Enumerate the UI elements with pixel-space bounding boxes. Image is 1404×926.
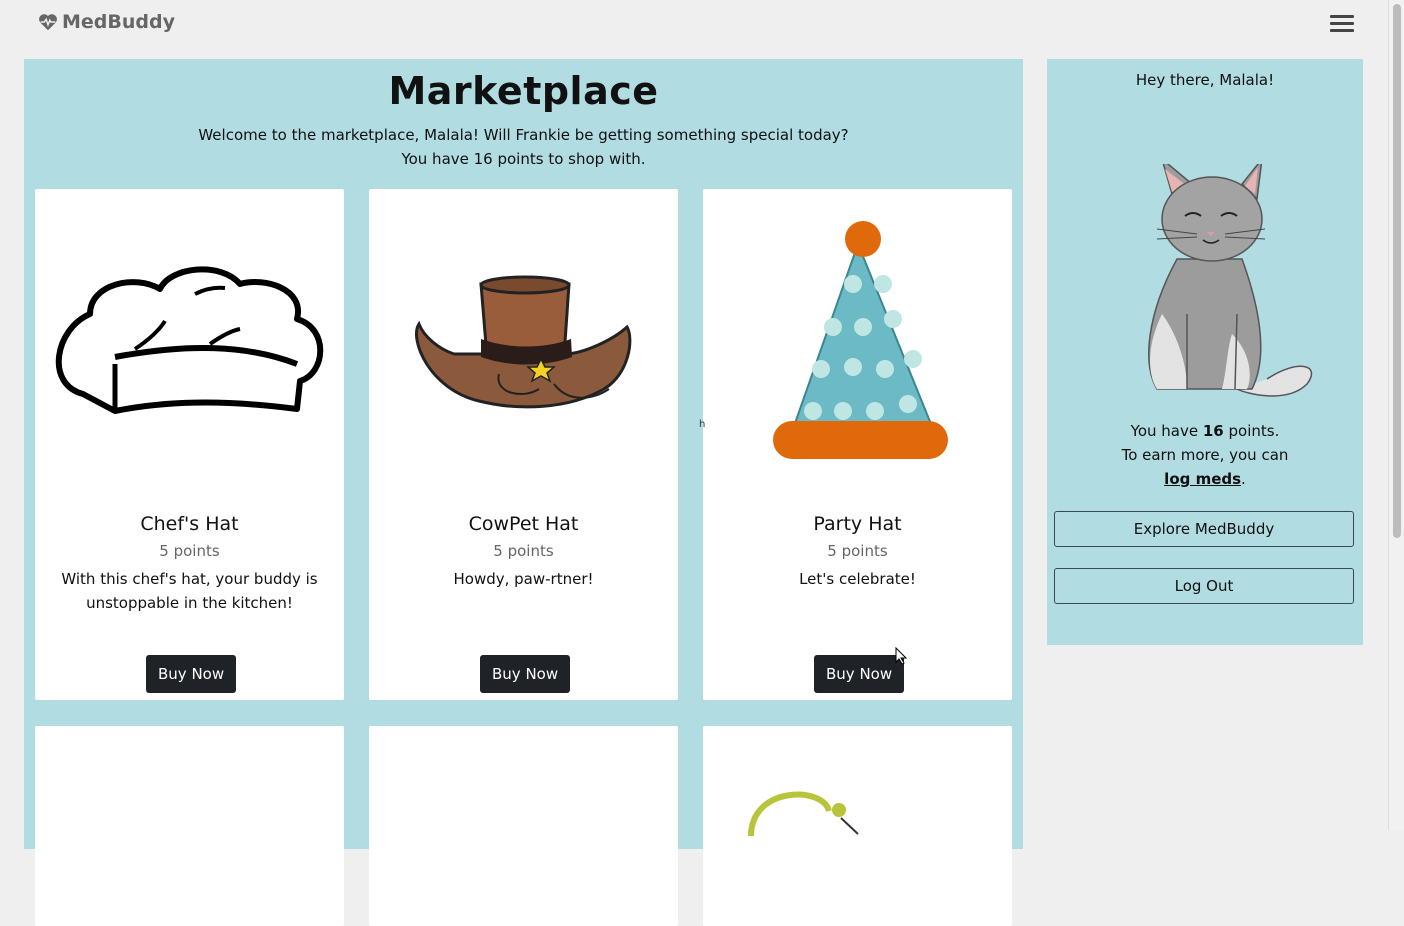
scrollbar-thumb[interactable] xyxy=(1393,4,1401,538)
item-points: 5 points xyxy=(827,542,888,560)
item-name: Party Hat xyxy=(813,513,902,535)
item-name: Chef's Hat xyxy=(140,513,239,535)
item-card-party-hat: Party Hat 5 points Let's celebrate! Buy … xyxy=(703,189,1012,700)
mouse-cursor-icon xyxy=(895,647,907,665)
item-name: CowPet Hat xyxy=(468,513,579,535)
points-suffix: points. xyxy=(1223,422,1280,440)
log-out-button[interactable]: Log Out xyxy=(1054,568,1354,604)
marketplace-intro: Welcome to the marketplace, Malala! Will… xyxy=(24,123,1023,171)
brand-name: MedBuddy xyxy=(62,11,175,33)
accessory-image xyxy=(748,791,859,836)
greeting-text: Hey there, Malala! xyxy=(1135,71,1275,89)
item-card-chefs-hat: Chef's Hat 5 points With this chef's hat… xyxy=(35,189,344,700)
item-card-partial xyxy=(703,726,1012,926)
page-title: Marketplace xyxy=(388,69,659,113)
welcome-text: Welcome to the marketplace, Malala! Will… xyxy=(198,126,849,144)
brand-logo[interactable]: MedBuddy xyxy=(37,11,175,33)
earn-more-text: To earn more, you can xyxy=(1121,446,1289,464)
buy-now-button[interactable]: Buy Now xyxy=(814,655,905,693)
buddy-side-panel: Hey there, Malala! You have 16 points. T… xyxy=(1047,59,1363,645)
item-description: Let's celebrate! xyxy=(799,570,916,588)
log-meds-link[interactable]: log meds xyxy=(1164,470,1241,488)
marketplace-panel: Marketplace Welcome to the marketplace, … xyxy=(24,59,1023,926)
cowboy-hat-image xyxy=(415,275,632,409)
points-value: 16 xyxy=(1202,422,1224,440)
buy-now-button[interactable]: Buy Now xyxy=(480,655,571,693)
item-description: Howdy, paw-rtner! xyxy=(453,570,594,588)
item-description: With this chef's hat, your buddy is unst… xyxy=(61,570,318,612)
hamburger-menu-icon[interactable] xyxy=(1330,12,1354,36)
item-card-partial xyxy=(35,726,344,926)
chefs-hat-image xyxy=(55,266,324,414)
top-navbar: MedBuddy xyxy=(0,0,1388,50)
item-points: 5 points xyxy=(159,542,220,560)
vertical-scrollbar[interactable] xyxy=(1388,0,1404,830)
points-available-text: You have 16 points to shop with. xyxy=(401,150,646,168)
period: . xyxy=(1241,470,1246,488)
points-prefix: You have xyxy=(1130,422,1203,440)
points-line: You have 16 points. xyxy=(1047,419,1363,443)
points-info: You have 16 points. To earn more, you ca… xyxy=(1047,419,1363,491)
item-card-cowpet-hat: CowPet Hat 5 points Howdy, paw-rtner! Bu… xyxy=(369,189,678,700)
cat-buddy-image xyxy=(1148,164,1313,397)
item-card-partial xyxy=(369,726,678,926)
log-meds-line: log meds. xyxy=(1047,467,1363,491)
stray-character: h xyxy=(699,419,706,430)
item-points: 5 points xyxy=(493,542,554,560)
party-hat-image xyxy=(773,221,948,459)
buy-now-button[interactable]: Buy Now xyxy=(146,655,237,693)
heart-pulse-icon xyxy=(39,14,57,31)
explore-medbuddy-button[interactable]: Explore MedBuddy xyxy=(1054,511,1354,547)
